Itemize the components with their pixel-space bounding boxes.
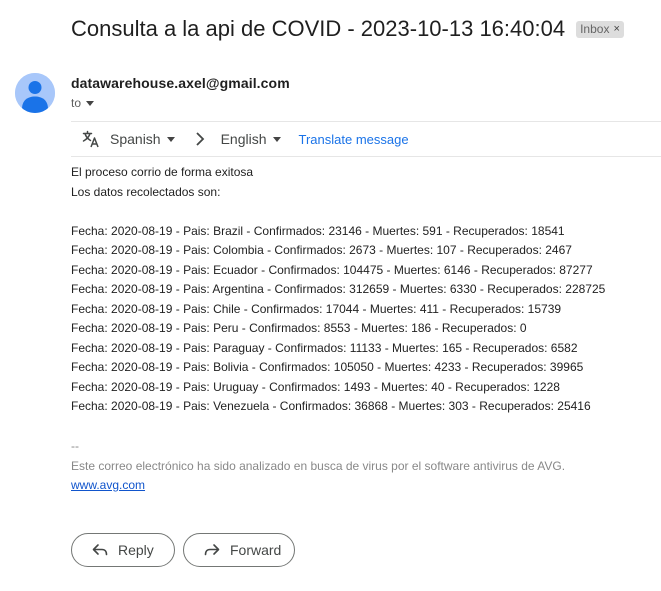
reply-label: Reply	[118, 542, 154, 558]
data-record-line: Fecha: 2020-08-19 - Pais: Brazil - Confi…	[71, 223, 565, 238]
chevron-down-icon	[272, 136, 281, 142]
target-language-select[interactable]: English	[221, 131, 281, 147]
data-record-line: Fecha: 2020-08-19 - Pais: Chile - Confir…	[71, 301, 562, 316]
inbox-label-text: Inbox	[580, 22, 610, 36]
data-record-line: Fecha: 2020-08-19 - Pais: Peru - Confirm…	[71, 321, 527, 335]
data-record-line: Fecha: 2020-08-19 - Pais: Argentina - Co…	[71, 282, 606, 296]
avg-link[interactable]: www.avg.com	[71, 478, 145, 492]
data-record-line: Fecha: 2020-08-19 - Pais: Ecuador - Conf…	[71, 262, 593, 277]
recipient-label: to	[71, 96, 82, 110]
forward-icon	[204, 542, 220, 558]
chevron-right-icon	[195, 132, 205, 146]
forward-label: Forward	[230, 542, 282, 558]
translate-bar: Spanish English Translate message	[71, 121, 661, 157]
data-record-line: Fecha: 2020-08-19 - Pais: Colombia - Con…	[71, 243, 572, 257]
remove-label-icon[interactable]: ×	[613, 23, 619, 35]
source-language-select[interactable]: Spanish	[110, 131, 175, 147]
email-subject: Consulta a la api de COVID - 2023-10-13 …	[71, 16, 566, 41]
sender-email[interactable]: datawarehouse.axel@gmail.com	[71, 75, 290, 91]
email-body: El proceso corrio de forma exitosa Los d…	[71, 163, 605, 417]
body-intro-line: Los datos recolectados son:	[71, 184, 221, 199]
reply-icon	[92, 542, 108, 558]
inbox-label-chip[interactable]: Inbox ×	[576, 20, 624, 38]
chevron-down-icon	[166, 136, 175, 142]
reply-button[interactable]: Reply	[71, 533, 175, 567]
signature-separator: --	[71, 439, 79, 453]
data-record-line: Fecha: 2020-08-19 - Pais: Bolivia - Conf…	[71, 360, 584, 374]
subject-row: Consulta a la api de COVID - 2023-10-13 …	[71, 16, 624, 42]
forward-button[interactable]: Forward	[183, 533, 295, 567]
translate-message-link[interactable]: Translate message	[299, 132, 409, 147]
antivirus-note: Este correo electrónico ha sido analizad…	[71, 458, 566, 473]
data-record-line: Fecha: 2020-08-19 - Pais: Paraguay - Con…	[71, 340, 578, 355]
data-record-line: Fecha: 2020-08-19 - Pais: Uruguay - Conf…	[71, 379, 560, 394]
target-language-label: English	[220, 131, 267, 147]
email-signature: -- Este correo electrónico ha sido anali…	[71, 437, 565, 496]
source-language-label: Spanish	[110, 131, 161, 147]
data-record-line: Fecha: 2020-08-19 - Pais: Venezuela - Co…	[71, 399, 591, 413]
sender-avatar-icon[interactable]	[15, 73, 55, 113]
chevron-down-icon	[86, 100, 95, 106]
recipient-details-toggle[interactable]: to	[71, 96, 95, 110]
body-intro-line: El proceso corrio de forma exitosa	[71, 165, 254, 179]
translate-icon	[81, 129, 101, 149]
